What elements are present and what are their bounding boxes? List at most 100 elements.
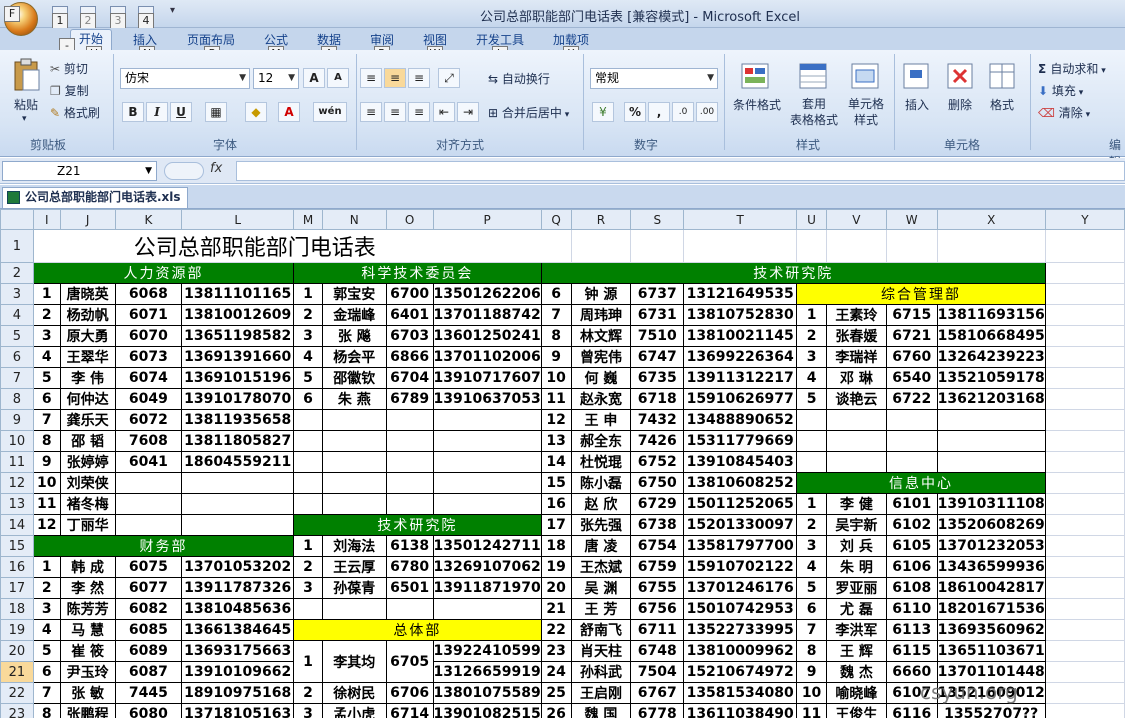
empty-cell[interactable] bbox=[1044, 556, 1125, 578]
row-header[interactable]: 19 bbox=[0, 619, 34, 641]
empty-cell[interactable] bbox=[321, 598, 387, 620]
cell-name[interactable]: 孟小虎 bbox=[321, 703, 387, 718]
font-color-button[interactable]: A bbox=[278, 102, 300, 122]
cell-index[interactable]: 3 bbox=[32, 325, 61, 347]
empty-cell[interactable] bbox=[1044, 346, 1125, 368]
cell-ext[interactable]: 6735 bbox=[630, 367, 685, 389]
cell-name[interactable]: 陈小磊 bbox=[570, 472, 632, 494]
empty-cell[interactable] bbox=[321, 409, 387, 431]
empty-cell[interactable] bbox=[385, 430, 434, 452]
empty-cell[interactable] bbox=[321, 493, 387, 515]
cell-index[interactable]: 2 bbox=[293, 682, 323, 704]
cell-index[interactable]: 9 bbox=[540, 346, 572, 368]
empty-cell[interactable] bbox=[796, 451, 827, 473]
formula-input[interactable] bbox=[236, 161, 1125, 181]
cell-ext[interactable]: 6108 bbox=[885, 577, 938, 599]
cell-ext[interactable]: 6501 bbox=[385, 577, 434, 599]
cell-ext[interactable]: 7432 bbox=[630, 409, 685, 431]
column-header[interactable]: V bbox=[826, 209, 887, 230]
cell-ext[interactable]: 6729 bbox=[630, 493, 685, 515]
cell-index[interactable]: 25 bbox=[540, 682, 572, 704]
cell-name[interactable]: 王素玲 bbox=[826, 304, 887, 326]
cell-name[interactable]: 龚乐天 bbox=[59, 409, 116, 431]
cell-ext[interactable]: 6738 bbox=[630, 514, 685, 536]
cell-name[interactable]: 李 然 bbox=[59, 577, 116, 599]
cell-mobile[interactable]: 13801075589 bbox=[432, 682, 542, 704]
cell-name[interactable]: 徐树民 bbox=[321, 682, 387, 704]
cell-index[interactable]: 1 bbox=[32, 283, 61, 305]
empty-cell[interactable] bbox=[1044, 703, 1125, 718]
border-icon[interactable]: ▦ bbox=[205, 102, 227, 122]
cell-mobile[interactable]: 13910845403 bbox=[683, 451, 798, 473]
cell-ext[interactable]: 6789 bbox=[385, 388, 434, 410]
empty-cell[interactable] bbox=[630, 229, 685, 263]
cell-ext[interactable]: 6714 bbox=[385, 703, 434, 718]
cell-ext[interactable]: 7504 bbox=[630, 661, 685, 683]
cell-name[interactable]: 曾宪伟 bbox=[570, 346, 632, 368]
cell-name[interactable]: 谈艳云 bbox=[826, 388, 887, 410]
cell-name[interactable]: 李洪军 bbox=[826, 619, 887, 641]
row-header[interactable]: 10 bbox=[0, 430, 34, 452]
cell-index[interactable]: 6 bbox=[293, 388, 323, 410]
cell-mobile[interactable]: 13701232053 bbox=[936, 535, 1046, 557]
cell-ext[interactable]: 6085 bbox=[114, 619, 183, 641]
cell-name[interactable]: 李瑞祥 bbox=[826, 346, 887, 368]
row-header[interactable]: 18 bbox=[0, 598, 34, 620]
cell-ext[interactable]: 6731 bbox=[630, 304, 685, 326]
cell-ext[interactable]: 6752 bbox=[630, 451, 685, 473]
cell-ext[interactable]: 7510 bbox=[630, 325, 685, 347]
cell-name[interactable]: 邵徽钦 bbox=[321, 367, 387, 389]
row-header[interactable]: 22 bbox=[0, 682, 34, 704]
cell-index[interactable]: 11 bbox=[32, 493, 61, 515]
cell-mobile[interactable]: 13910178070 bbox=[181, 388, 295, 410]
cell-index[interactable]: 3 bbox=[796, 535, 827, 557]
cell-mobile[interactable]: 13701246176 bbox=[683, 577, 798, 599]
cell-name[interactable]: 刘 兵 bbox=[826, 535, 887, 557]
align-bottom-icon[interactable]: ≡ bbox=[408, 68, 430, 88]
section-header[interactable]: 综合管理部 bbox=[796, 283, 1046, 305]
column-header[interactable]: P bbox=[432, 209, 542, 230]
row-header[interactable]: 14 bbox=[0, 514, 34, 536]
empty-cell[interactable] bbox=[385, 598, 434, 620]
cell-index[interactable]: 16 bbox=[540, 493, 572, 515]
row-header[interactable]: 3 bbox=[0, 283, 34, 305]
empty-cell[interactable] bbox=[1044, 304, 1125, 326]
empty-cell[interactable] bbox=[683, 229, 798, 263]
name-box[interactable]: Z21 ▼ bbox=[2, 161, 157, 181]
row-header[interactable]: 8 bbox=[0, 388, 34, 410]
empty-cell[interactable] bbox=[885, 409, 938, 431]
cell-ext[interactable]: 6110 bbox=[885, 598, 938, 620]
cell-mobile[interactable]: 13264239223 bbox=[936, 346, 1046, 368]
cell-index[interactable]: 1 bbox=[32, 556, 61, 578]
cell-index[interactable]: 1 bbox=[796, 493, 827, 515]
cell-name[interactable]: 王 申 bbox=[570, 409, 632, 431]
cell-name[interactable]: 杜悦琨 bbox=[570, 451, 632, 473]
cell-ext[interactable]: 6116 bbox=[885, 703, 938, 718]
cell-name[interactable]: 张 飚 bbox=[321, 325, 387, 347]
cell-mobile[interactable]: 15810668495 bbox=[936, 325, 1046, 347]
empty-cell[interactable] bbox=[796, 229, 827, 263]
row-header[interactable]: 7 bbox=[0, 367, 34, 389]
section-header[interactable]: 技术研究院 bbox=[540, 262, 1046, 284]
cell-mobile[interactable]: 15210674972 bbox=[683, 661, 798, 683]
column-header[interactable]: R bbox=[570, 209, 632, 230]
cell-mobile[interactable]: 13811935658 bbox=[181, 409, 295, 431]
column-header[interactable]: Y bbox=[1044, 209, 1125, 230]
cell-name[interactable]: 韩 成 bbox=[59, 556, 116, 578]
cell-ext[interactable]: 6722 bbox=[885, 388, 938, 410]
row-header[interactable]: 16 bbox=[0, 556, 34, 578]
empty-cell[interactable] bbox=[293, 430, 323, 452]
percent-button[interactable]: % bbox=[624, 102, 646, 122]
empty-cell[interactable] bbox=[1044, 640, 1125, 662]
column-header[interactable]: Q bbox=[540, 209, 572, 230]
cell-ext[interactable]: 6073 bbox=[114, 346, 183, 368]
cell-mobile[interactable]: 13488890652 bbox=[683, 409, 798, 431]
row-header[interactable]: 12 bbox=[0, 472, 34, 494]
section-header[interactable]: 信息中心 bbox=[796, 472, 1046, 494]
empty-cell[interactable] bbox=[1044, 598, 1125, 620]
cell-ext[interactable]: 6721 bbox=[885, 325, 938, 347]
delete-cells-button[interactable]: 删除 bbox=[948, 96, 972, 113]
cell-name[interactable]: 张 敏 bbox=[59, 682, 116, 704]
empty-cell[interactable] bbox=[1044, 430, 1125, 452]
cell-ext[interactable]: 6754 bbox=[630, 535, 685, 557]
